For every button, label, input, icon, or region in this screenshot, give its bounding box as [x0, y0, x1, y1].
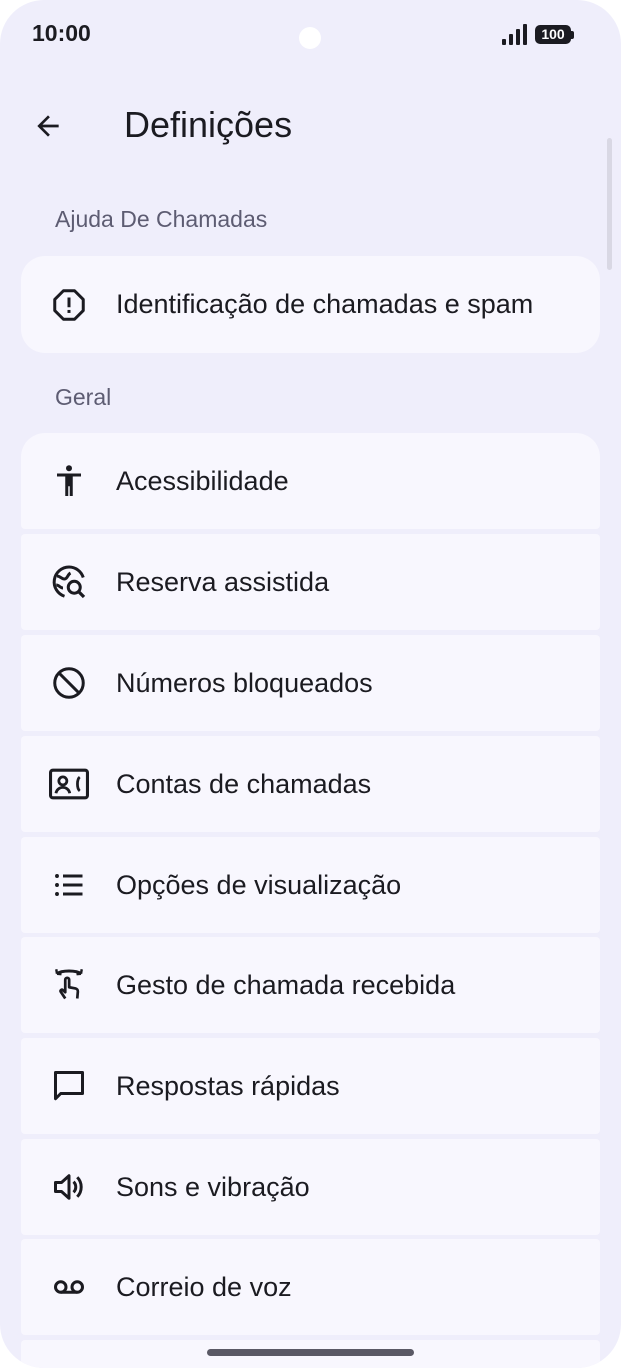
block-icon — [49, 663, 89, 703]
voicemail-icon — [49, 1267, 89, 1307]
calling-accounts-icon — [49, 764, 89, 804]
arrow-back-icon — [37, 115, 59, 137]
settings-item-label: Acessibilidade — [116, 465, 289, 496]
settings-item-display-options[interactable]: Opções de visualização — [21, 837, 600, 933]
settings-item-label: Contas de chamadas — [116, 768, 372, 799]
settings-item-label: Correio de voz — [116, 1271, 292, 1302]
back-button[interactable] — [22, 100, 74, 152]
battery-icon: 100 — [535, 24, 575, 46]
settings-item-label: Sons e vibração — [116, 1171, 310, 1202]
settings-item-caller-id-spam[interactable]: Identificação de chamadas e spam — [21, 256, 600, 353]
status-time: 10:00 — [32, 20, 91, 46]
settings-item-label: Respostas rápidas — [116, 1070, 340, 1101]
assisted-dialing-icon — [49, 562, 89, 602]
phone-screen: 10:00 100 Definições Ajuda De Chamadas I… — [0, 0, 621, 1368]
settings-item-assisted-dialing[interactable]: Reserva assistida — [21, 534, 600, 630]
settings-item-label: Opções de visualização — [116, 869, 402, 900]
battery-level: 100 — [535, 25, 571, 44]
settings-item-label: Gesto de chamada recebida — [116, 969, 456, 1000]
volume-icon — [49, 1167, 89, 1207]
settings-item-label: Números bloqueados — [116, 667, 373, 698]
camera-cutout — [299, 27, 321, 49]
signal-icon — [502, 24, 527, 45]
page-title: Definições — [124, 104, 293, 145]
status-bar: 10:00 100 — [0, 0, 621, 72]
settings-item-incoming-call-gesture[interactable]: Gesto de chamada recebida — [21, 937, 600, 1033]
settings-item-label: Identificação de chamadas e spam — [116, 289, 534, 319]
section-header-general: Geral — [55, 384, 112, 410]
message-icon — [49, 1066, 89, 1106]
scrollbar[interactable] — [607, 138, 612, 270]
settings-item-calling-accounts[interactable]: Contas de chamadas — [21, 736, 600, 832]
home-indicator[interactable] — [207, 1349, 414, 1356]
settings-item-accessibility[interactable]: Acessibilidade — [21, 433, 600, 529]
section-header-call-assist: Ajuda De Chamadas — [55, 206, 268, 232]
accessibility-icon — [49, 461, 89, 501]
settings-item-quick-responses[interactable]: Respostas rápidas — [21, 1038, 600, 1134]
spam-alert-icon — [49, 285, 89, 325]
settings-item-sounds-vibration[interactable]: Sons e vibração — [21, 1139, 600, 1235]
settings-item-label: Reserva assistida — [116, 566, 330, 597]
swipe-gesture-icon — [49, 965, 89, 1005]
settings-item-blocked-numbers[interactable]: Números bloqueados — [21, 635, 600, 731]
list-icon — [49, 865, 89, 905]
top-app-bar: Definições — [0, 90, 621, 162]
settings-item-voicemail[interactable]: Correio de voz — [21, 1239, 600, 1335]
